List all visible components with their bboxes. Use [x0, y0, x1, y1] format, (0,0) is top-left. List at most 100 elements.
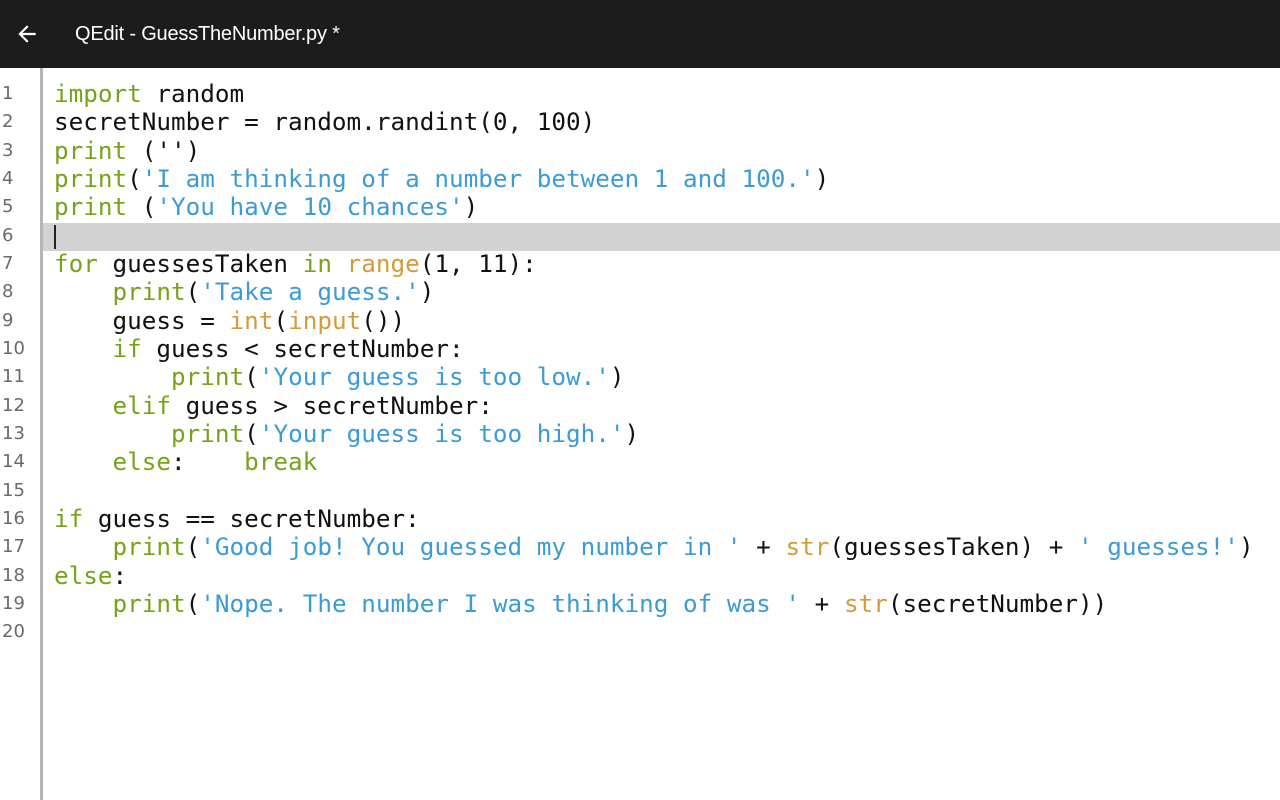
- code-token: ): [814, 163, 830, 193]
- code-line[interactable]: else:: [54, 560, 128, 590]
- window-title: QEdit - GuessTheNumber.py *: [75, 22, 340, 45]
- code-line[interactable]: print('I am thinking of a number between…: [54, 163, 830, 193]
- code-token: ()): [361, 305, 406, 335]
- code-token: :: [112, 560, 128, 590]
- back-arrow-icon: [18, 25, 36, 43]
- code-token: 'Your guess is too high.': [258, 418, 625, 448]
- code-line[interactable]: for guessesTaken in range(1, 11):: [54, 248, 537, 278]
- code-line[interactable]: secretNumber = random.randint(0, 100): [54, 108, 595, 136]
- code-token: (: [244, 418, 259, 448]
- code-token: print: [54, 192, 128, 222]
- code-token: print: [112, 532, 186, 562]
- code-token: ): [463, 192, 479, 222]
- code-line[interactable]: print('Take a guess.'): [54, 277, 435, 307]
- code-token: 'Your guess is too low.': [258, 362, 610, 392]
- code-token: (guessesTaken) +: [829, 532, 1079, 562]
- code-token: 'Good job! You guessed my number in ': [200, 532, 742, 562]
- line-number-gutter: 1 2 3 4 5 6 7 8 9 10 11 12 13 14 15 16 17 18 19 20: [0, 68, 40, 800]
- code-token: print: [112, 588, 186, 618]
- line-number: 18: [2, 564, 25, 586]
- line-number: 8: [2, 281, 14, 303]
- code-token: (: [273, 305, 289, 335]
- line-number: 6: [2, 224, 14, 246]
- code-token: :: [171, 447, 245, 477]
- code-token: (: [127, 192, 157, 222]
- code-token: guess > secretNumber:: [171, 390, 493, 420]
- code-line[interactable]: print('Good job! You guessed my number i…: [54, 533, 1254, 561]
- line-number: 10: [2, 337, 25, 359]
- code-token: 'Take a guess.': [200, 277, 420, 307]
- line-number: 3: [2, 139, 14, 161]
- code-token: guess =: [54, 305, 230, 335]
- line-number: 9: [2, 309, 14, 331]
- code-line[interactable]: elif guess > secretNumber:: [54, 390, 493, 420]
- code-token: for: [54, 248, 98, 278]
- code-line[interactable]: print('Nope. The number I was thinking o…: [54, 588, 1108, 618]
- code-token: secretNumber = random.randint(0, 100): [54, 107, 596, 137]
- code-token: int: [229, 305, 274, 335]
- line-number: 2: [2, 111, 14, 133]
- app-bar: QEdit - GuessTheNumber.py *: [0, 0, 1280, 68]
- code-token: ): [624, 418, 640, 448]
- code-token: if: [112, 333, 142, 363]
- code-token: else: [54, 560, 113, 590]
- line-number: 7: [2, 252, 14, 274]
- line-number: 11: [2, 366, 25, 388]
- code-token: input: [288, 305, 362, 335]
- code-line[interactable]: print ('You have 10 chances'): [54, 193, 478, 221]
- code-line[interactable]: if guess == secretNumber:: [54, 503, 420, 533]
- code-token: str: [785, 532, 830, 562]
- code-line[interactable]: print (''): [54, 135, 201, 165]
- code-token: print: [54, 135, 128, 165]
- code-token: import: [54, 79, 142, 108]
- gutter-divider: [40, 68, 43, 800]
- code-line[interactable]: import random: [54, 80, 244, 108]
- code-token: guess == secretNumber:: [83, 503, 420, 533]
- code-token: else: [112, 447, 172, 477]
- line-number: 14: [2, 451, 25, 473]
- code-token: print: [171, 362, 245, 392]
- code-token: str: [843, 588, 888, 618]
- qedit-app: QEdit - GuessTheNumber.py * 1 2 3 4 5 6 7 8 9 10 1…: [0, 0, 1280, 800]
- line-number: 13: [2, 422, 25, 444]
- code-line[interactable]: if guess < secretNumber:: [54, 333, 464, 363]
- code-token: elif: [112, 390, 172, 420]
- line-number: 17: [2, 536, 25, 558]
- back-button[interactable]: [0, 0, 54, 68]
- code-line[interactable]: print('Your guess is too high.'): [54, 418, 640, 448]
- code-token: print: [171, 418, 245, 448]
- code-token: (: [127, 163, 142, 193]
- code-token: 'You have 10 chances': [156, 192, 464, 222]
- code-token: (1, 11):: [419, 248, 537, 278]
- code-token: ): [609, 362, 625, 392]
- line-number: 20: [2, 621, 25, 643]
- code-token: (''): [127, 135, 201, 165]
- code-token: +: [741, 532, 786, 562]
- code-token: guessesTaken: [97, 248, 303, 278]
- code-editor[interactable]: 1 2 3 4 5 6 7 8 9 10 11 12 13 14 15 16 17 18 19 20 import r…: [0, 68, 1280, 800]
- code-token: (secretNumber)): [887, 588, 1108, 618]
- code-line[interactable]: guess = int(input()): [54, 305, 406, 335]
- code-token: (: [185, 532, 201, 562]
- code-token: if: [54, 503, 84, 533]
- code-token: (: [185, 588, 201, 618]
- code-line[interactable]: print('Your guess is too low.'): [54, 363, 625, 391]
- code-token: in: [302, 248, 332, 278]
- line-number: 15: [2, 479, 25, 501]
- code-token: break: [244, 447, 318, 477]
- code-line[interactable]: else: break: [54, 447, 318, 477]
- code-token: 'Nope. The number I was thinking of was …: [200, 588, 801, 618]
- code-token: 'I am thinking of a number between 1 and…: [141, 163, 815, 193]
- code-token: ' guesses!': [1078, 532, 1239, 562]
- current-line-highlight: [43, 222, 1280, 251]
- code-token: (: [244, 362, 259, 392]
- code-token: (: [185, 277, 201, 307]
- code-token: print: [54, 163, 128, 193]
